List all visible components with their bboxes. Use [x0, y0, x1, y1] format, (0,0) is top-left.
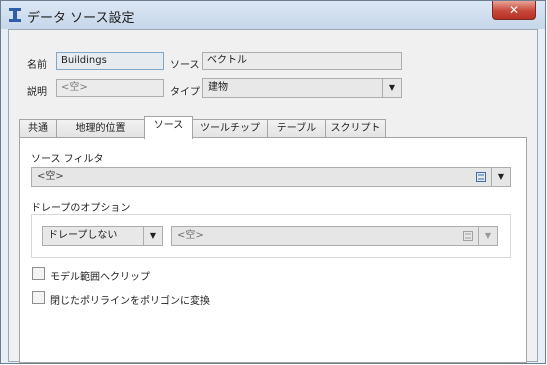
type-dropdown[interactable]: 建物 ▼	[202, 78, 402, 98]
source-label: ソース	[170, 60, 200, 71]
expression-icon[interactable]	[472, 168, 490, 186]
tab-tooltip[interactable]: ツールチップ	[192, 119, 268, 138]
chevron-down-icon: ▼	[478, 227, 497, 245]
source-filter-label: ソース フィルタ	[31, 154, 104, 165]
source-filter-value: <空>	[37, 171, 64, 182]
chevron-down-icon[interactable]: ▼	[491, 168, 510, 186]
source-tab-panel: ソース フィルタ <空> ▼ ドレープのオプション ドレープしない ▼ <空> …	[19, 137, 527, 363]
app-icon	[9, 8, 21, 22]
description-field[interactable]: <空>	[56, 79, 164, 97]
drape-source-value: <空>	[177, 230, 204, 241]
close-button[interactable]: ✕	[492, 1, 536, 20]
title-bar[interactable]: データ ソース設定 ✕	[1, 1, 545, 29]
tab-geolocation[interactable]: 地理的位置	[56, 119, 145, 138]
dialog-body: 名前 Buildings ソース ベクトル 説明 <空> タイプ 建物 ▼ 共通…	[8, 29, 538, 363]
tab-table[interactable]: テーブル	[267, 119, 326, 138]
drape-options-label: ドレープのオプション	[31, 203, 131, 214]
description-label: 説明	[27, 87, 47, 98]
tab-script[interactable]: スクリプト	[325, 119, 386, 138]
expression-icon	[459, 227, 477, 245]
chevron-down-icon[interactable]: ▼	[382, 79, 401, 97]
convert-polylines-label: 閉じたポリラインをポリゴンに変換	[50, 296, 210, 307]
dialog-window: データ ソース設定 ✕ 名前 Buildings ソース ベクトル 説明 <空>…	[0, 0, 546, 364]
source-field: ベクトル	[202, 52, 402, 70]
name-field[interactable]: Buildings	[56, 52, 164, 70]
type-label: タイプ	[170, 87, 200, 98]
drape-mode-value: ドレープしない	[48, 230, 118, 241]
chevron-down-icon[interactable]: ▼	[143, 227, 162, 245]
clip-to-model-label: モデル範囲へクリップ	[50, 272, 150, 283]
drape-source-field: <空> ▼	[171, 226, 498, 246]
name-label: 名前	[27, 60, 47, 71]
drape-options-group: ドレープしない ▼ <空> ▼	[31, 214, 511, 258]
drape-mode-dropdown[interactable]: ドレープしない ▼	[42, 226, 163, 246]
clip-to-model-checkbox[interactable]	[32, 267, 45, 280]
tab-common[interactable]: 共通	[19, 119, 57, 138]
tab-source[interactable]: ソース	[144, 116, 193, 139]
source-filter-field[interactable]: <空> ▼	[31, 167, 511, 187]
type-value: 建物	[208, 82, 228, 93]
window-title: データ ソース設定	[27, 11, 135, 26]
convert-polylines-checkbox[interactable]	[32, 291, 45, 304]
